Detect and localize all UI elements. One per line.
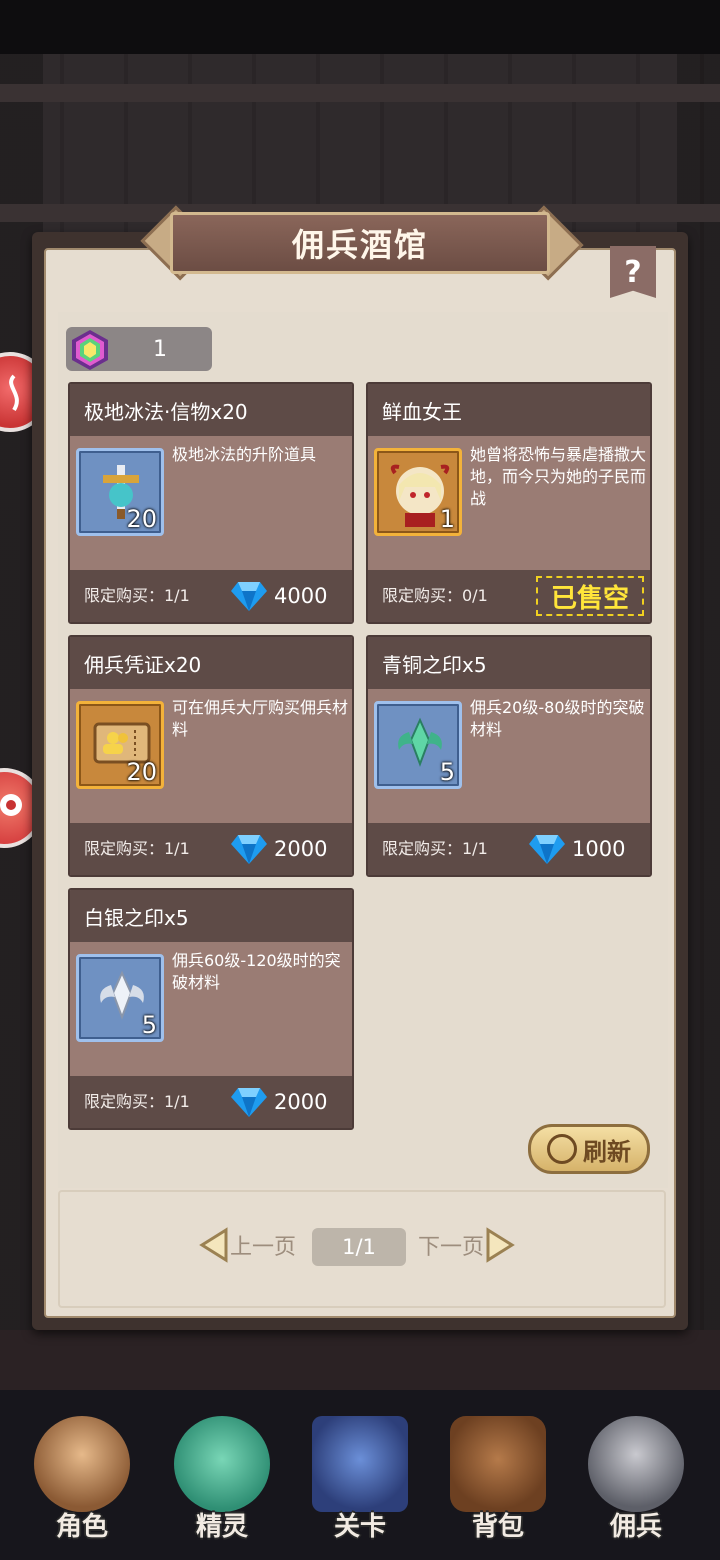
item-name: 极地冰法·信物x20 (70, 384, 352, 436)
nav-spirit[interactable]: 精灵 (162, 1410, 282, 1550)
help-label: ? (624, 254, 642, 290)
item-slot: 20 (76, 701, 164, 789)
rainbow-gem-icon (72, 330, 108, 370)
buy-button[interactable]: 1000 (528, 833, 625, 865)
diamond-icon (231, 835, 267, 864)
next-page-button[interactable]: 下一页 (418, 1227, 516, 1263)
nav-label: 角色 (55, 1512, 108, 1542)
prev-page-button[interactable]: 上一页 (198, 1227, 296, 1263)
buy-button[interactable]: 2000 (230, 1086, 327, 1118)
item-quantity: 5 (439, 758, 455, 786)
item-description: 佣兵60级-120级时的突破材料 (172, 951, 341, 992)
item-description: 佣兵20级-80级时的突破材料 (470, 698, 645, 739)
character-icon (34, 1416, 130, 1512)
price-value: 4000 (274, 584, 328, 608)
next-page-label: 下一页 (418, 1235, 485, 1260)
price-value: 2000 (274, 837, 328, 861)
nav-label: 背包 (471, 1512, 524, 1542)
item-slot: 20 (76, 448, 164, 536)
nav-label: 关卡 (333, 1512, 386, 1542)
refresh-label: 刷新 (583, 1137, 631, 1166)
floor (0, 1330, 720, 1390)
price-value: 2000 (274, 1090, 328, 1114)
nav-stage[interactable]: 关卡 (300, 1410, 420, 1550)
shop-item-card[interactable]: 佣兵凭证x20 20 可在佣兵大厅购买佣兵材料 限定购买：1/1 2000 (68, 635, 354, 877)
help-button[interactable]: ? (610, 246, 656, 298)
buy-button[interactable]: 4000 (230, 580, 327, 612)
mercenary-icon (588, 1416, 684, 1512)
arrow-left-icon (199, 1227, 228, 1263)
refresh-button[interactable]: 刷新 (528, 1124, 650, 1174)
buy-button[interactable]: 2000 (230, 833, 327, 865)
item-slot: 5 (374, 701, 462, 789)
purchase-limit: 限定购买：1/1 (382, 839, 488, 858)
nav-label: 佣兵 (609, 1512, 662, 1542)
shop-item-card[interactable]: 极地冰法·信物x20 20 极地冰法的升阶道具 限定购买：1/1 4000 (68, 382, 354, 624)
purchase-limit: 限定购买：1/1 (84, 1092, 190, 1111)
prev-page-label: 上一页 (230, 1235, 297, 1260)
spirit-icon (174, 1416, 270, 1512)
item-quantity: 5 (141, 1011, 157, 1039)
currency-value: 1 (153, 336, 167, 362)
nav-label: 精灵 (195, 1512, 248, 1542)
item-name: 鲜血女王 (368, 384, 650, 436)
backpack-icon (450, 1416, 546, 1512)
item-description: 可在佣兵大厅购买佣兵材料 (172, 698, 349, 739)
item-name: 青铜之印x5 (368, 637, 650, 689)
shop-item-card[interactable]: 青铜之印x5 5 佣兵20级-80级时的突破材料 限定购买：1/1 1000 (366, 635, 652, 877)
shop-item-card[interactable]: 白银之印x5 5 佣兵60级-120级时的突破材料 限定购买：1/1 2000 (68, 888, 354, 1130)
item-name: 白银之印x5 (70, 890, 352, 942)
stage-icon (312, 1416, 408, 1512)
refresh-icon (547, 1134, 577, 1164)
price-value: 1000 (572, 837, 626, 861)
diamond-icon (529, 835, 565, 864)
arrow-right-icon (486, 1227, 515, 1263)
status-bar (0, 0, 720, 54)
page-title: 佣兵酒馆 (291, 226, 428, 264)
item-slot: 1 (374, 448, 462, 536)
item-slot: 5 (76, 954, 164, 1042)
diamond-icon (231, 582, 267, 611)
nav-backpack[interactable]: 背包 (438, 1410, 558, 1550)
shop-item-card[interactable]: 鲜血女王 1 她曾将恐怖与暴虐播撒大地，而今只为她的子民而战 限定购买：0/1 … (366, 382, 652, 624)
page-indicator: 1/1 (312, 1228, 406, 1266)
item-description: 她曾将恐怖与暴虐播撒大地，而今只为她的子民而战 (470, 445, 647, 508)
diamond-icon (231, 1088, 267, 1117)
item-quantity: 20 (126, 758, 157, 786)
item-name: 佣兵凭证x20 (70, 637, 352, 689)
purchase-limit: 限定购买：1/1 (84, 586, 190, 605)
sold-out-badge: 已售空 (536, 576, 644, 616)
item-description: 极地冰法的升阶道具 (172, 445, 317, 464)
purchase-limit: 限定购买：0/1 (382, 586, 488, 605)
nav-mercenary[interactable]: 佣兵 (576, 1410, 696, 1550)
title-banner: 佣兵酒馆 (170, 212, 550, 274)
item-quantity: 20 (126, 505, 157, 533)
item-quantity: 1 (439, 505, 455, 533)
nav-character[interactable]: 角色 (22, 1410, 142, 1550)
purchase-limit: 限定购买：1/1 (84, 839, 190, 858)
